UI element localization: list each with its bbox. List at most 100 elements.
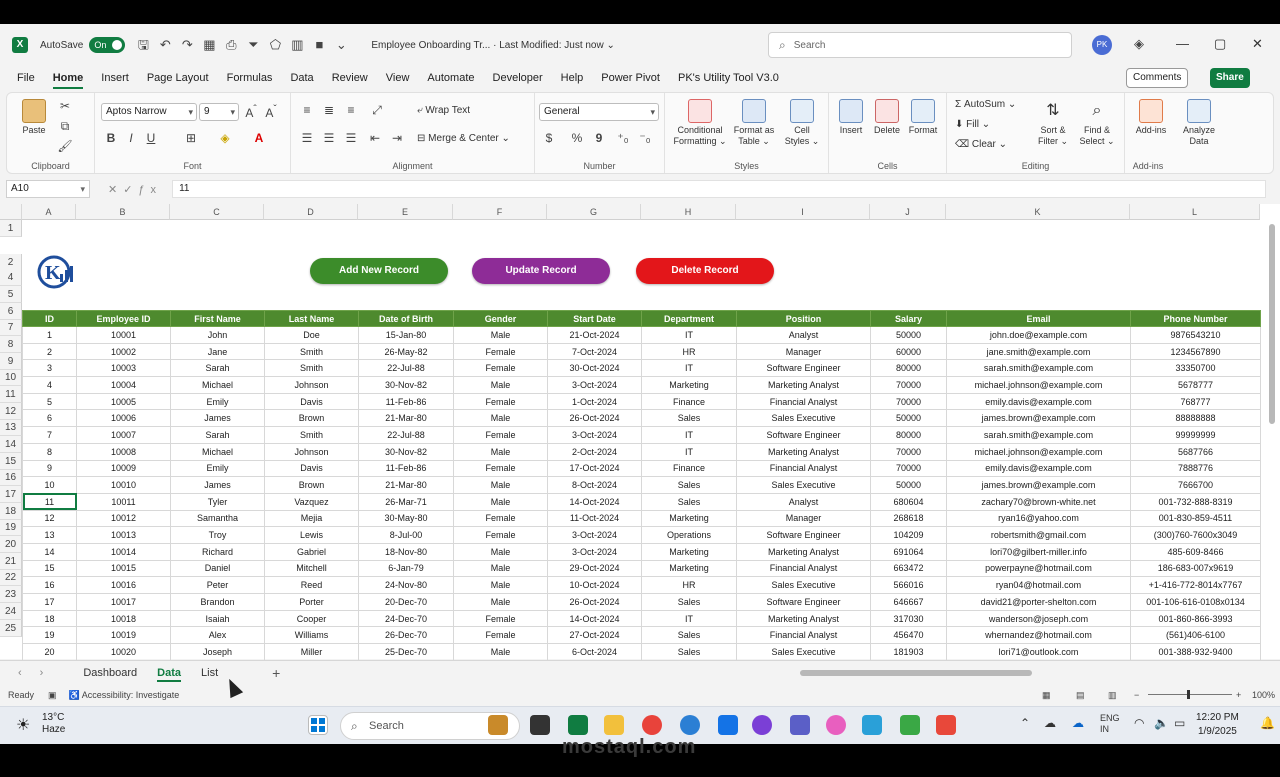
column-header[interactable]: K (946, 204, 1130, 220)
table-cell[interactable]: Finance (641, 459, 737, 478)
table-cell[interactable]: Emily (170, 459, 265, 478)
table-cell[interactable]: Finance (641, 392, 737, 411)
table-header-cell[interactable]: Employee ID (76, 310, 171, 327)
table-cell[interactable]: Analyst (736, 492, 871, 511)
table-row[interactable]: 14 10014 Richard Gabriel 18-Nov-80 Male 3-Oct-… (22, 542, 1261, 561)
table-row[interactable]: 4 10004 Michael Johnson 30-Nov-82 Male 3-Oct-2… (22, 376, 1261, 394)
table-cell[interactable]: Davis (264, 392, 359, 411)
table-cell[interactable]: 10014 (76, 542, 171, 561)
row-header[interactable]: 4 (0, 270, 22, 286)
align-center-icon[interactable]: ☰ (321, 131, 337, 145)
accessibility-status[interactable]: ♿ Accessibility: Investigate (69, 690, 180, 701)
table-row[interactable]: 10 10010 James Brown 21-Mar-80 Male 8-Oct-2024… (22, 476, 1261, 494)
grow-font-icon[interactable]: Aˆ (243, 104, 259, 120)
table-cell[interactable]: Jane (170, 342, 265, 361)
table-cell[interactable]: 10002 (76, 342, 171, 361)
table-cell[interactable]: Marketing Analyst (736, 376, 871, 394)
row-header[interactable]: 5 (0, 286, 22, 303)
select-all-corner[interactable] (0, 204, 22, 220)
filter-icon[interactable]: ⏷ (245, 37, 261, 53)
table-cell[interactable]: 5687766 (1130, 442, 1261, 461)
table-cell[interactable]: 10005 (76, 392, 171, 411)
format-painter-icon[interactable]: 🖌 (57, 139, 73, 153)
table-cell[interactable]: Male (453, 326, 548, 344)
table-cell[interactable]: Male (453, 409, 548, 428)
table-row[interactable]: 5 10005 Emily Davis 11-Feb-86 Female 1-Oct-202… (22, 392, 1261, 411)
table-cell[interactable]: Marketing (641, 542, 737, 561)
table-cell[interactable]: 2 (22, 342, 77, 361)
table-cell[interactable]: 186-683-007x9619 (1130, 559, 1261, 578)
table-cell[interactable]: Female (453, 626, 548, 645)
tab-formulas[interactable]: Formulas (218, 66, 282, 90)
table-row[interactable]: 8 10008 Michael Johnson 30-Nov-82 Male 2-Oct-2… (22, 442, 1261, 461)
table-cell[interactable]: 001-830-859-4511 (1130, 509, 1261, 528)
more-icon[interactable]: ⌄ (333, 37, 349, 53)
table-cell[interactable]: 7-Oct-2024 (547, 342, 642, 361)
tab-utility-tool[interactable]: PK's Utility Tool V3.0 (669, 66, 788, 90)
table-cell[interactable]: 21-Oct-2024 (547, 326, 642, 344)
table-cell[interactable]: Financial Analyst (736, 459, 871, 478)
table-cell[interactable]: 1234567890 (1130, 342, 1261, 361)
table-cell[interactable]: david21@porter-shelton.com (946, 593, 1131, 611)
vertical-scrollbar[interactable] (1268, 204, 1276, 659)
row-header[interactable]: 7 (0, 320, 22, 336)
table-cell[interactable]: 3-Oct-2024 (547, 376, 642, 394)
table-cell[interactable]: 10009 (76, 459, 171, 478)
table-cell[interactable]: 10-Oct-2024 (547, 576, 642, 594)
table-icon[interactable]: ▦ (201, 37, 217, 53)
table-cell[interactable]: 30-Oct-2024 (547, 359, 642, 378)
table-cell[interactable]: Sales (641, 626, 737, 645)
table-cell[interactable]: 680604 (870, 492, 947, 511)
table-header-cell[interactable]: Date of Birth (358, 310, 454, 327)
table-cell[interactable]: Sales (641, 476, 737, 494)
table-cell[interactable]: Smith (264, 359, 359, 378)
weather-icon[interactable]: ☀ (16, 715, 30, 735)
table-cell[interactable]: Mitchell (264, 559, 359, 578)
table-cell[interactable]: Female (453, 342, 548, 361)
column-header[interactable]: F (453, 204, 547, 220)
zoom-out-icon[interactable]: − (1134, 690, 1139, 700)
normal-view-icon[interactable]: ▦ (1042, 690, 1051, 701)
cloud-icon[interactable]: ☁ (1072, 716, 1084, 730)
row-header[interactable]: 2 (0, 254, 22, 271)
table-cell[interactable]: sarah.smith@example.com (946, 359, 1131, 378)
table-header-cell[interactable]: Start Date (547, 310, 642, 327)
table-cell[interactable]: Analyst (736, 326, 871, 344)
table-cell[interactable]: Tyler (170, 492, 265, 511)
table-cell[interactable]: Troy (170, 526, 265, 544)
tab-page-layout[interactable]: Page Layout (138, 66, 218, 90)
row-header[interactable]: 18 (0, 503, 22, 520)
table-cell[interactable]: 14-Oct-2024 (547, 609, 642, 628)
table-cell[interactable]: 9876543210 (1130, 326, 1261, 344)
table-cell[interactable]: Software Engineer (736, 426, 871, 444)
table-cell[interactable]: ryan04@hotmail.com (946, 576, 1131, 594)
table-cell[interactable]: Female (453, 426, 548, 444)
row-header[interactable]: 11 (0, 386, 22, 403)
undo-icon[interactable]: ↶ (157, 37, 173, 53)
work-bag-icon[interactable] (488, 715, 508, 735)
row-header[interactable]: 10 (0, 370, 22, 386)
table-cell[interactable]: 11 (22, 492, 77, 511)
zoom-slider-thumb[interactable] (1187, 690, 1190, 699)
table-cell[interactable]: ryan16@yahoo.com (946, 509, 1131, 528)
table-cell[interactable]: 6 (22, 409, 77, 428)
table-cell[interactable]: Marketing Analyst (736, 442, 871, 461)
telegram-icon[interactable] (718, 715, 738, 735)
table-cell[interactable]: 14-Oct-2024 (547, 492, 642, 511)
table-cell[interactable]: Male (453, 576, 548, 594)
table-cell[interactable]: Male (453, 542, 548, 561)
table-cell[interactable]: 7666700 (1130, 476, 1261, 494)
table-cell[interactable]: Female (453, 526, 548, 544)
table-row[interactable]: 11 10011 Tyler Vazquez 26-Mar-71 Male 14-Oct-2… (22, 492, 1261, 511)
table-cell[interactable]: 26-Mar-71 (358, 492, 454, 511)
table-cell[interactable]: 26-May-82 (358, 342, 454, 361)
page-break-view-icon[interactable]: ▥ (1108, 690, 1117, 701)
volume-icon[interactable]: 🔈 (1154, 716, 1169, 730)
minimize-icon[interactable]: — (1176, 36, 1189, 51)
table-cell[interactable]: 88888888 (1130, 409, 1261, 428)
cut-icon[interactable]: ✂ (57, 99, 73, 113)
row-header[interactable]: 9 (0, 353, 22, 370)
maximize-icon[interactable]: ▢ (1214, 36, 1226, 52)
row-header[interactable]: 24 (0, 603, 22, 620)
align-top-icon[interactable]: ≡ (299, 103, 315, 117)
